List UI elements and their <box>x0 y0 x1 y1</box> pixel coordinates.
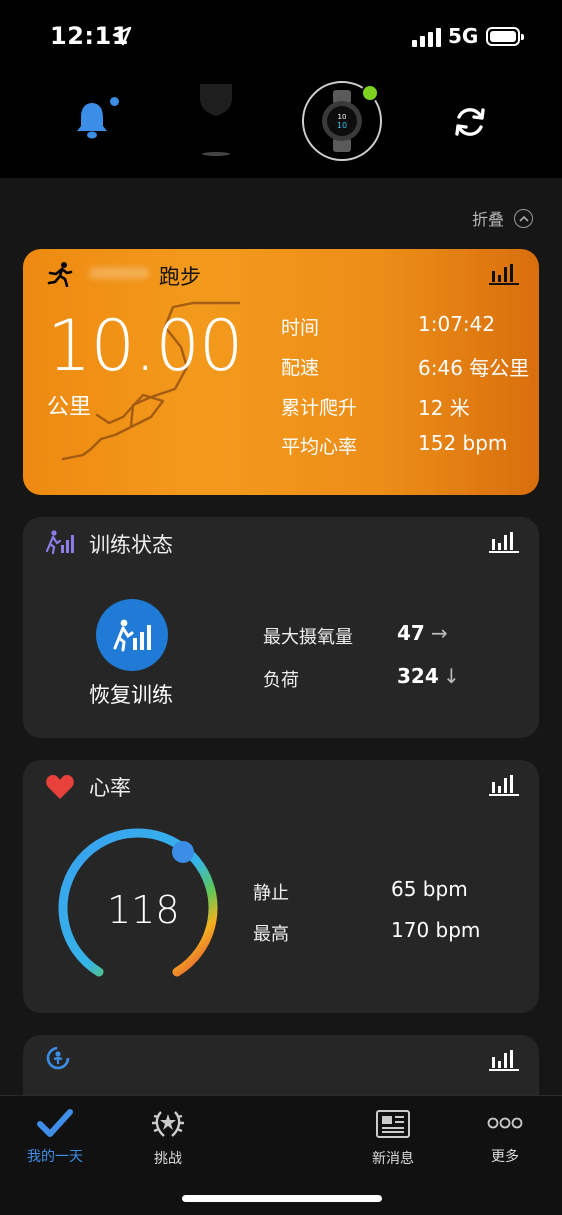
metric-label: 最大摄氧量 <box>263 627 353 648</box>
metric-value: 47 <box>397 621 425 645</box>
tab-label: 我的一天 <box>27 1149 83 1165</box>
battery-icon <box>486 27 524 46</box>
tab-hidden[interactable] <box>236 1108 326 1112</box>
stat-value: 6:46 每公里 <box>418 356 530 380</box>
device-connected-dot <box>361 84 379 102</box>
distance-value: 10.00 <box>47 305 243 387</box>
collapse-button[interactable]: 折叠 <box>472 206 534 230</box>
distance-unit: 公里 <box>47 395 92 420</box>
training-status-name: 恢复训练 <box>89 683 173 707</box>
shield-icon[interactable] <box>196 80 236 166</box>
stat-label: 累计爬升 <box>281 397 358 419</box>
bell-icon[interactable] <box>74 100 110 140</box>
training-status-card[interactable]: 训练状态 恢复训练 最大摄氧量 47 → 负荷 324 ↓ <box>23 517 539 738</box>
bar-chart-icon[interactable] <box>489 774 519 796</box>
news-icon <box>376 1110 410 1138</box>
heart-icon <box>46 775 74 799</box>
stat-value: 1:07:42 <box>418 312 496 336</box>
hidden-title-blur <box>89 267 149 279</box>
metric-label: 负荷 <box>263 670 299 691</box>
home-indicator[interactable] <box>182 1195 382 1202</box>
stat-value: 12 米 <box>418 396 470 420</box>
stat-label: 平均心率 <box>281 436 358 458</box>
collapse-label: 折叠 <box>472 210 505 229</box>
heart-metric-label: 静止 <box>253 883 289 904</box>
location-arrow-icon <box>112 26 132 46</box>
bar-chart-icon[interactable] <box>489 531 519 553</box>
stat-label: 时间 <box>281 317 320 339</box>
tab-challenges[interactable]: 挑战 <box>123 1108 213 1168</box>
heart-rate-card[interactable]: 心率 118 静止 65 bpm 最高 170 bpm <box>23 760 539 1013</box>
notification-dot <box>110 97 119 106</box>
running-icon <box>47 262 73 287</box>
heart-metric-value: 65 bpm <box>391 877 468 901</box>
chevron-up-icon <box>514 208 534 228</box>
tab-label: 新消息 <box>372 1151 414 1167</box>
check-icon <box>37 1109 73 1137</box>
metric-value: 324 <box>397 664 439 688</box>
svg-text:10: 10 <box>337 121 347 130</box>
network-type: 5G <box>448 24 479 48</box>
laurel-icon <box>152 1111 184 1137</box>
card-title: 心率 <box>89 776 131 800</box>
arrow-down-icon: ↓ <box>443 664 460 688</box>
tab-label: 挑战 <box>154 1151 182 1167</box>
activity-card-run[interactable]: 跑步 10.00 公里 时间 1:07:42 配速 6:46 每公里 累计爬升 … <box>23 249 539 495</box>
activity-title: 跑步 <box>159 265 201 289</box>
svg-text:10: 10 <box>338 113 347 121</box>
more-icon <box>487 1117 523 1129</box>
tab-more[interactable]: 更多 <box>460 1108 550 1166</box>
bar-chart-icon[interactable] <box>489 263 519 285</box>
watch-device-icon: 10 10 <box>322 90 362 152</box>
tab-news[interactable]: 新消息 <box>348 1108 438 1168</box>
bar-chart-icon[interactable] <box>489 1049 519 1071</box>
recovery-status-icon <box>96 599 168 671</box>
card-title: 训练状态 <box>89 533 173 557</box>
top-header: 12:11 5G 10 10 <box>0 0 562 178</box>
arrow-right-icon: → <box>431 621 448 645</box>
stat-label: 配速 <box>281 357 320 379</box>
heart-metric-label: 最高 <box>253 924 289 945</box>
body-battery-icon <box>46 1046 70 1070</box>
tab-label: 更多 <box>491 1149 519 1165</box>
tab-my-day[interactable]: 我的一天 <box>10 1108 100 1166</box>
cell-signal-icon <box>412 28 441 47</box>
stat-value: 152 bpm <box>418 431 508 455</box>
sync-icon[interactable] <box>452 104 488 140</box>
current-heart-rate: 118 <box>107 888 180 932</box>
training-status-icon <box>45 530 74 555</box>
heart-metric-value: 170 bpm <box>391 918 481 942</box>
